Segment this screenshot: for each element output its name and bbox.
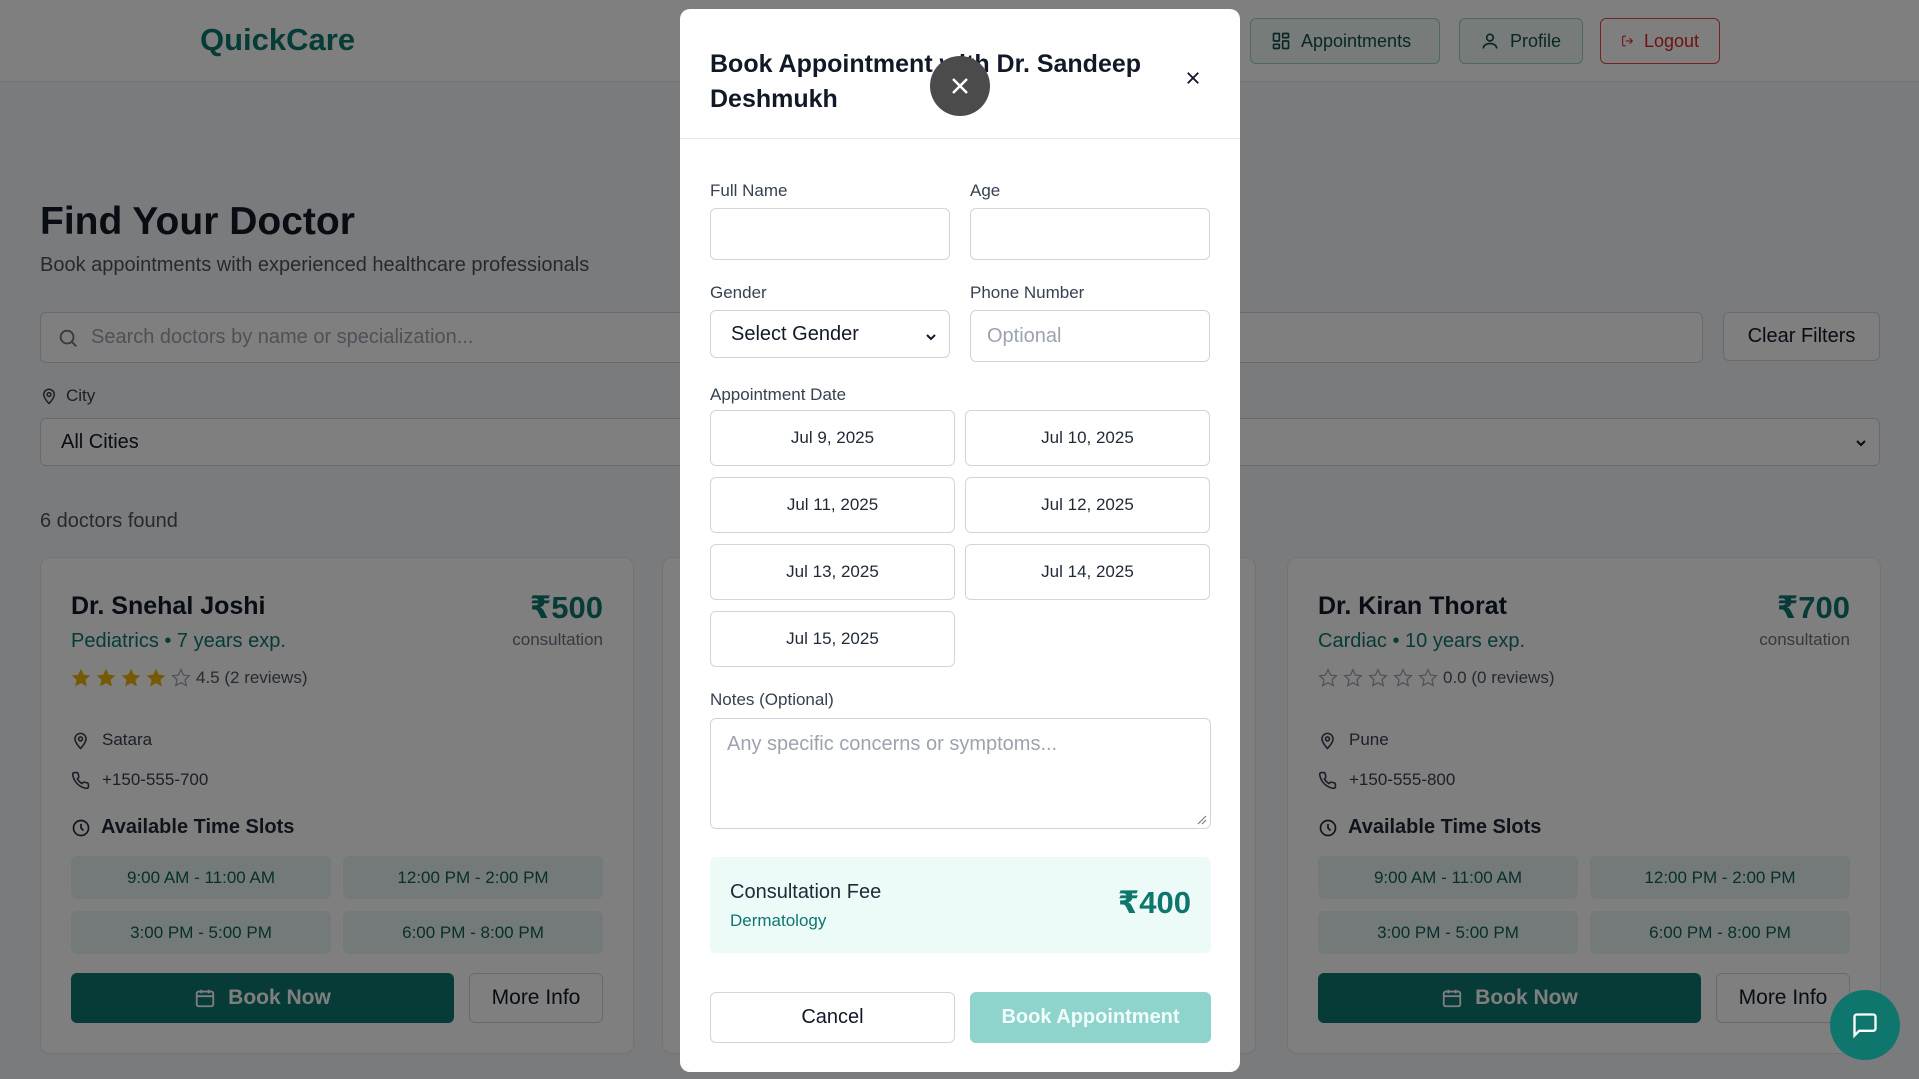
overlay-close-button[interactable] — [930, 56, 990, 116]
notes-label: Notes (Optional) — [710, 690, 834, 709]
book-appointment-button[interactable]: Book Appointment — [970, 992, 1211, 1043]
consultation-fee-box: Consultation Fee Dermatology ₹400 — [710, 857, 1211, 953]
chat-button[interactable] — [1830, 990, 1900, 1060]
consultation-specialty: Dermatology — [730, 911, 827, 930]
date-option[interactable]: Jul 9, 2025 — [710, 410, 955, 466]
close-icon — [1187, 72, 1199, 84]
phone-field[interactable]: Optional — [970, 310, 1210, 362]
consultation-fee-value: ₹400 — [1117, 885, 1191, 920]
resize-grip-icon[interactable] — [1197, 815, 1207, 825]
age-label: Age — [970, 181, 1001, 200]
gender-select[interactable]: Select Gender — [710, 310, 950, 358]
cancel-button[interactable]: Cancel — [710, 992, 955, 1043]
age-field[interactable] — [970, 208, 1210, 260]
date-option[interactable]: Jul 13, 2025 — [710, 544, 955, 600]
full-name-field[interactable] — [710, 208, 950, 260]
modal-close-button[interactable] — [1180, 65, 1206, 91]
appointment-date-label: Appointment Date — [710, 385, 847, 404]
gender-label: Gender — [710, 283, 767, 302]
gender-select-value: Select Gender — [731, 322, 859, 345]
chevron-down-icon — [926, 334, 936, 341]
modal-divider — [680, 138, 1240, 139]
phone-label: Phone Number — [970, 283, 1085, 302]
book-appointment-modal: Book Appointment with Dr. Sandeep Deshmu… — [680, 9, 1240, 1072]
notes-textarea[interactable]: Any specific concerns or symptoms... — [710, 718, 1211, 829]
date-option[interactable]: Jul 15, 2025 — [710, 611, 955, 667]
consultation-fee-label: Consultation Fee — [730, 881, 882, 903]
date-option[interactable]: Jul 10, 2025 — [965, 410, 1210, 466]
phone-placeholder: Optional — [987, 324, 1062, 347]
date-option[interactable]: Jul 12, 2025 — [965, 477, 1210, 533]
date-option[interactable]: Jul 11, 2025 — [710, 477, 955, 533]
close-icon — [952, 78, 968, 94]
notes-placeholder: Any specific concerns or symptoms... — [727, 733, 1058, 755]
date-option[interactable]: Jul 14, 2025 — [965, 544, 1210, 600]
chat-bubble-icon — [1853, 1013, 1877, 1039]
full-name-label: Full Name — [710, 181, 788, 200]
